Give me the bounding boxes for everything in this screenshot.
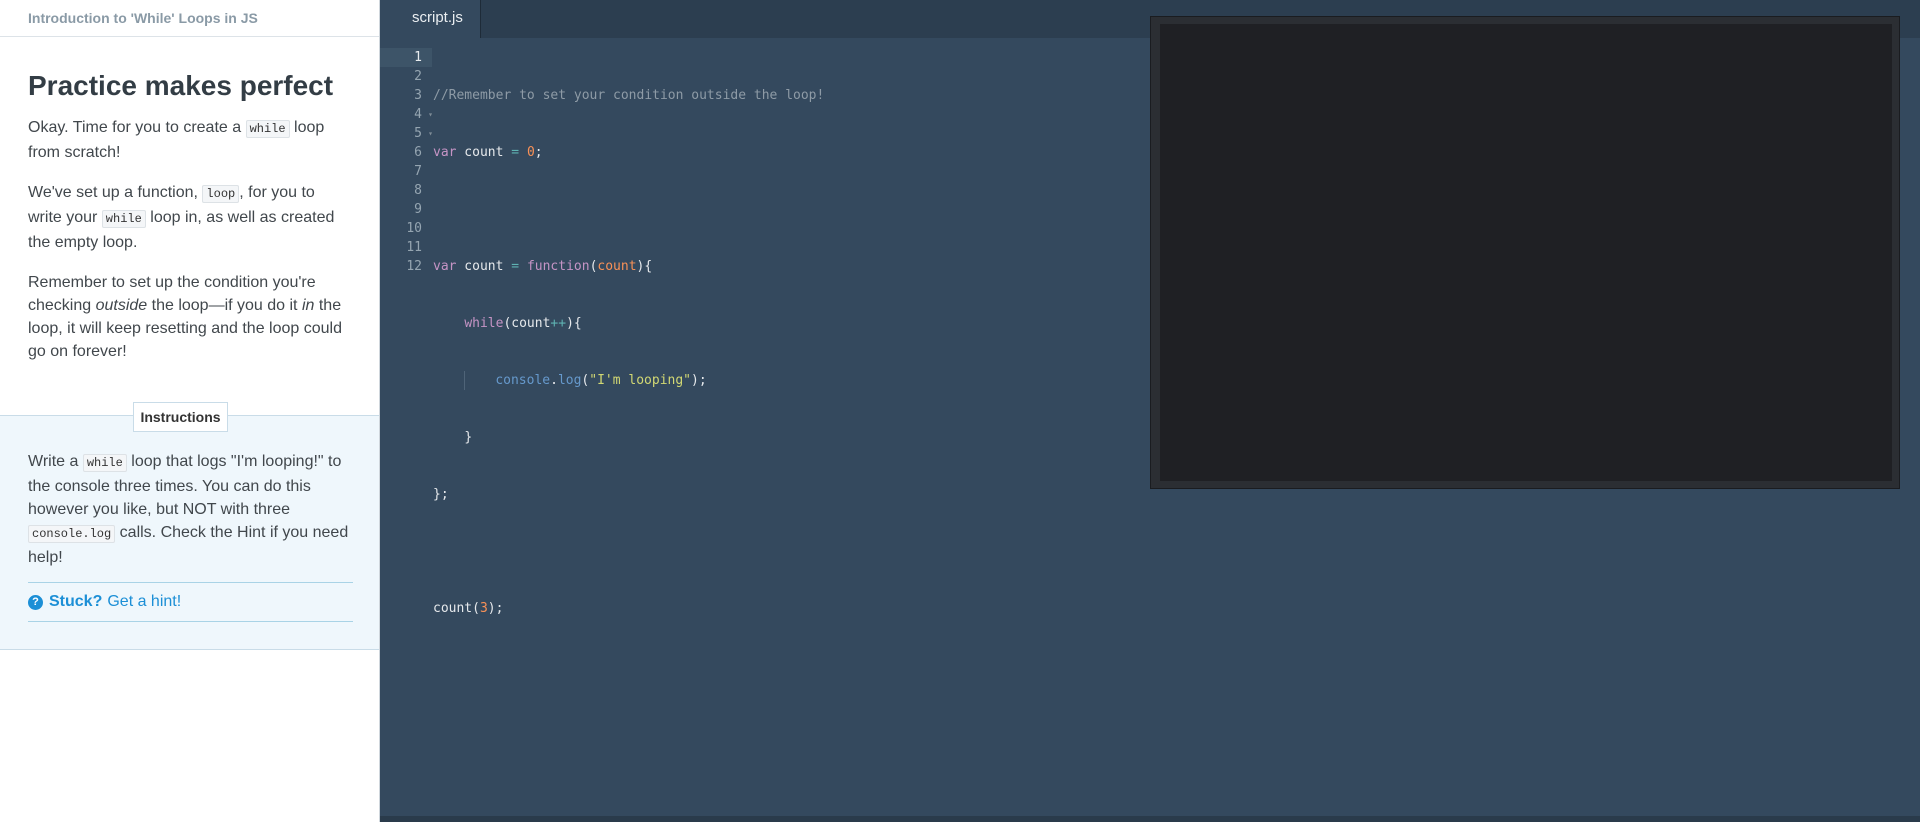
output-console <box>1150 16 1900 489</box>
line-number: 7 <box>380 162 432 181</box>
identifier: count <box>456 145 512 160</box>
lesson-paragraph-1: Okay. Time for you to create a while loo… <box>28 116 351 164</box>
code-line-2[interactable]: var count = 0; <box>433 143 824 162</box>
line-number-text: 4 <box>414 107 422 122</box>
line-number: 4 ▾ <box>380 105 433 124</box>
comment: //Remember to set your condition outside… <box>433 88 825 103</box>
code-line-1[interactable]: //Remember to set your condition outside… <box>433 86 824 105</box>
operator: = <box>511 259 520 274</box>
instructions-tab: Instructions <box>133 402 228 432</box>
lesson-paragraph-2: We've set up a function, loop, for you t… <box>28 181 351 254</box>
lesson-sidebar: Introduction to 'While' Loops in JS Prac… <box>0 0 380 822</box>
course-title: Introduction to 'While' Loops in JS <box>0 0 379 37</box>
question-icon: ? <box>28 594 43 610</box>
identifier: (count <box>503 316 551 331</box>
line-number-text: 2 <box>414 69 422 84</box>
line-number: 1 <box>380 48 432 67</box>
line-number-text: 3 <box>414 88 422 103</box>
line-number-text: 5 <box>414 126 422 141</box>
punctuation: }; <box>433 487 449 502</box>
punctuation: ); <box>691 373 707 388</box>
line-number-text: 1 <box>414 50 422 65</box>
line-number: 12 <box>380 257 432 276</box>
text-span: Write a <box>28 453 83 470</box>
inline-code: console.log <box>28 525 116 543</box>
identifier: count( <box>433 601 480 616</box>
text-span: Okay. Time for you to create a <box>28 118 246 136</box>
object: console <box>495 373 551 388</box>
emphasis: outside <box>95 296 148 314</box>
line-number-text: 11 <box>406 240 422 255</box>
output-console-screen <box>1160 24 1892 481</box>
line-number: 9 <box>380 200 432 219</box>
line-number: 10 <box>380 219 432 238</box>
line-number-text: 8 <box>414 183 422 198</box>
line-number: 2 <box>380 67 432 86</box>
lesson-content: Practice makes perfect Okay. Time for yo… <box>0 70 379 363</box>
operator: = <box>511 145 520 160</box>
editor-bottom-border <box>380 816 1920 822</box>
punctuation: ); <box>487 601 504 616</box>
punctuation: ){ <box>566 316 582 331</box>
inline-code: loop <box>202 184 240 203</box>
line-number-text: 7 <box>414 164 422 179</box>
line-number: 6 <box>380 143 432 162</box>
number: 3 <box>479 601 488 616</box>
line-number-text: 9 <box>414 202 422 217</box>
punctuation: . <box>550 373 558 388</box>
line-number-text: 12 <box>406 259 422 274</box>
code-line-12[interactable] <box>433 713 824 732</box>
line-number: 11 <box>380 238 432 257</box>
keyword: var <box>433 259 457 274</box>
line-number: 5 ▾ <box>380 124 433 143</box>
instructions-panel: Instructions Write a while loop that log… <box>0 402 379 650</box>
text-span: We've set up a function, <box>28 183 203 201</box>
instructions-text: Write a while loop that logs "I'm loopin… <box>28 450 353 569</box>
get-hint-link[interactable]: Get a hint! <box>107 593 181 611</box>
keyword: var <box>433 145 457 160</box>
code-line-4[interactable]: var count = function(count){ <box>433 257 824 276</box>
code-line-5[interactable]: while(count++){ <box>433 314 824 333</box>
punctuation: ){ <box>636 259 653 274</box>
operator: ++ <box>550 316 567 331</box>
tab-script-js[interactable]: script.js <box>380 0 481 38</box>
line-number: 8 <box>380 181 432 200</box>
hint-bar[interactable]: ? Stuck? Get a hint! <box>28 582 353 622</box>
code-line-3[interactable] <box>433 200 824 219</box>
keyword: function <box>526 259 590 274</box>
number: 0 <box>526 145 535 160</box>
code-line-11[interactable] <box>433 656 824 675</box>
string: "I'm looping" <box>589 373 691 388</box>
code-line-8[interactable]: }; <box>433 485 824 504</box>
identifier: count <box>456 259 512 274</box>
lesson-paragraph-3: Remember to set up the condition you're … <box>28 271 351 363</box>
code-editor[interactable]: //Remember to set your condition outside… <box>433 48 824 751</box>
line-number-gutter: 1 2 3 4 ▾ 5 ▾ 6 7 8 9 10 11 12 <box>380 48 433 276</box>
parameter: count <box>597 259 637 274</box>
punctuation: ; <box>534 145 543 160</box>
code-line-9[interactable] <box>433 542 824 561</box>
inline-code: while <box>101 209 146 228</box>
inline-code: while <box>82 454 127 472</box>
code-line-10[interactable]: count(3); <box>433 599 824 618</box>
inline-code: while <box>245 119 290 138</box>
text-span: the loop—if you do it <box>147 296 302 314</box>
keyword: while <box>464 316 504 331</box>
line-number-text: 10 <box>406 221 422 236</box>
emphasis: in <box>301 296 315 314</box>
punctuation: } <box>464 430 473 445</box>
function-call: log <box>557 373 582 388</box>
indent-guide <box>464 371 495 390</box>
lesson-heading: Practice makes perfect <box>28 70 334 101</box>
line-number: 3 <box>380 86 432 105</box>
hint-stuck-label: Stuck? <box>49 593 103 610</box>
code-line-7[interactable]: } <box>433 428 824 447</box>
code-line-6[interactable]: console.log("I'm looping"); <box>433 371 824 390</box>
line-number-text: 6 <box>414 145 422 160</box>
